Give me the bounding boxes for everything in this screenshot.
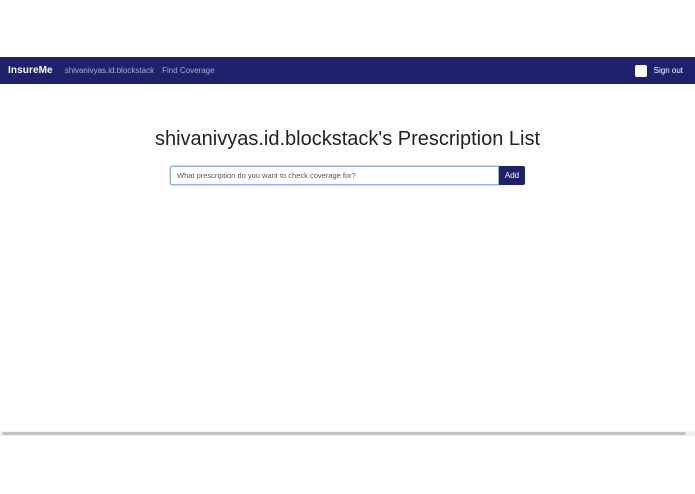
scrollbar-thumb[interactable] (2, 432, 686, 435)
nav-link-find-coverage[interactable]: Find Coverage (162, 66, 214, 75)
avatar[interactable] (634, 64, 647, 77)
brand-logo[interactable]: InsureMe (8, 65, 53, 76)
prescription-form: Add (170, 166, 525, 185)
sign-out-link[interactable]: Sign out (654, 66, 683, 75)
horizontal-scrollbar[interactable] (0, 431, 695, 436)
page-title: shivanivyas.id.blockstack's Prescription… (154, 128, 541, 150)
top-navbar: InsureMe shivanivyas.id.blockstack Find … (0, 57, 695, 84)
page: InsureMe shivanivyas.id.blockstack Find … (0, 0, 695, 494)
nav-link-profile[interactable]: shivanivyas.id.blockstack (65, 66, 154, 75)
add-button[interactable]: Add (499, 166, 525, 185)
prescription-search-input[interactable] (170, 166, 499, 185)
